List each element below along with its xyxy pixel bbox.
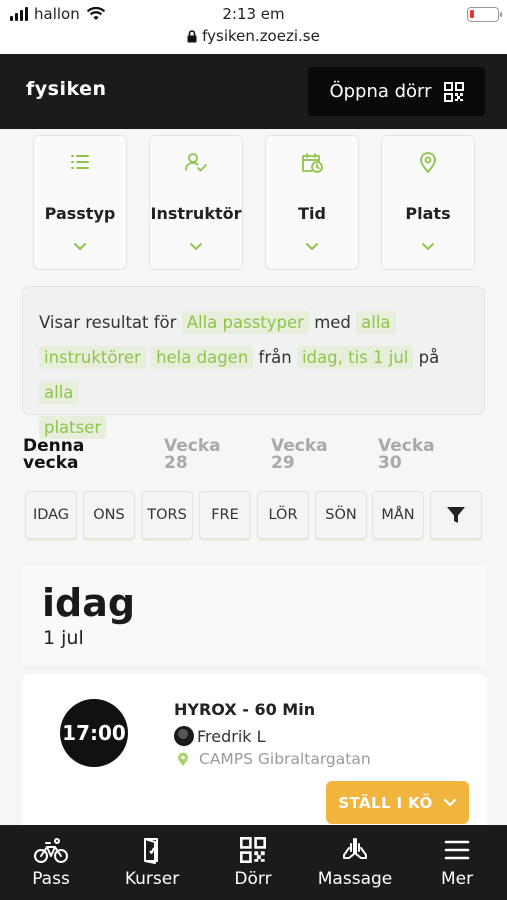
open-door-label: Öppna dörr	[329, 81, 432, 102]
queue-button[interactable]: STÄLL I KÖ	[326, 781, 469, 824]
menu-icon	[444, 840, 470, 860]
summary-instructor[interactable]: instruktörer	[39, 346, 146, 369]
day-button-man[interactable]: MÅN	[372, 491, 424, 539]
url-text: fysiken.zoezi.se	[202, 27, 320, 45]
summary-date[interactable]: idag, tis 1 jul	[296, 346, 414, 369]
open-door-button[interactable]: Öppna dörr	[308, 67, 485, 116]
class-time: 17:00	[60, 699, 128, 767]
summary-text: Visar resultat för	[39, 313, 177, 332]
clock: 2:13 em	[222, 5, 285, 23]
class-location: CAMPS Gibraltargatan	[177, 750, 371, 768]
nav-label: Dörr	[234, 869, 272, 889]
address-bar[interactable]: fysiken.zoezi.se	[0, 27, 507, 45]
user-check-icon	[185, 153, 207, 172]
day-button-son[interactable]: SÖN	[315, 491, 367, 539]
class-title: HYROX - 60 Min	[174, 700, 316, 719]
nav-item-dorr[interactable]: Dörr	[222, 825, 284, 900]
instructor-avatar	[174, 726, 194, 746]
summary-text: med	[314, 313, 351, 332]
class-card[interactable]: 17:00 HYROX - 60 Min Fredrik L CAMPS Gib…	[22, 674, 487, 834]
chevron-down-icon	[74, 243, 86, 251]
filter-passtyp[interactable]: Passtyp	[33, 135, 127, 270]
chevron-down-icon	[443, 798, 456, 807]
tab-this-week[interactable]: Denna vecka	[23, 438, 84, 472]
tab-week-29[interactable]: Vecka 29	[271, 438, 328, 472]
door-icon	[144, 838, 158, 864]
qr-code-icon	[443, 81, 464, 102]
filter-label: Plats	[405, 204, 451, 223]
summary-location[interactable]: alla	[39, 381, 79, 404]
date-header: idag 1 jul	[22, 565, 487, 665]
summary-text: från	[258, 348, 292, 367]
battery-icon	[467, 7, 502, 22]
nav-label: Mer	[440, 869, 474, 889]
nav-label: Pass	[32, 869, 70, 889]
bicycle-icon	[34, 838, 68, 863]
week-tabs: Denna vecka Vecka 28 Vecka 29 Vecka 30	[0, 438, 507, 478]
list-icon	[71, 155, 89, 169]
day-selector: IDAG ONS TORS FRE LÖR SÖN MÅN	[0, 491, 507, 541]
filter-summary: Visar resultat för Alla passtyper med al…	[22, 286, 485, 439]
summary-instructor[interactable]: alla	[356, 311, 396, 334]
location-pin-icon	[420, 152, 436, 174]
location-pin-icon	[178, 752, 188, 766]
app-header: fysiken Öppna dörr	[0, 54, 507, 129]
chevron-down-icon	[422, 243, 434, 251]
day-title: idag	[42, 581, 136, 625]
day-button-ons[interactable]: ONS	[83, 491, 135, 539]
nav-item-kurser[interactable]: Kurser	[121, 825, 183, 900]
summary-passtyp[interactable]: Alla passtyper	[181, 311, 309, 334]
chevron-down-icon	[306, 243, 318, 251]
fysiken-logo[interactable]: fysiken	[26, 78, 107, 100]
calendar-clock-icon	[302, 153, 323, 173]
tab-label: 30	[378, 453, 402, 473]
filter-label: Instruktör	[150, 204, 242, 223]
tab-week-30[interactable]: Vecka 30	[378, 438, 435, 472]
summary-text: på	[418, 348, 440, 367]
day-date: 1 jul	[43, 627, 84, 649]
praying-hands-icon	[343, 838, 367, 859]
instructor-name: Fredrik L	[197, 726, 266, 746]
nav-label: Massage	[317, 869, 393, 889]
tab-label: vecka	[23, 453, 79, 473]
nav-item-mer[interactable]: Mer	[426, 825, 488, 900]
day-button-idag[interactable]: IDAG	[25, 491, 77, 539]
tab-week-28[interactable]: Vecka 28	[164, 438, 221, 472]
class-instructor: Fredrik L	[174, 726, 266, 746]
lock-icon	[187, 29, 197, 42]
funnel-icon	[447, 507, 465, 523]
nav-item-massage[interactable]: Massage	[313, 825, 397, 900]
filter-instruktor[interactable]: Instruktör	[149, 135, 243, 270]
filter-label: Passtyp	[44, 204, 116, 223]
bottom-navigation: Pass Kurser Dörr Massage Mer	[0, 825, 507, 900]
filter-tid[interactable]: Tid	[265, 135, 359, 270]
nav-label: Kurser	[124, 869, 180, 889]
tab-label: 29	[271, 453, 295, 473]
day-button-lor[interactable]: LÖR	[257, 491, 309, 539]
day-button-tors[interactable]: TORS	[141, 491, 193, 539]
day-button-fre[interactable]: FRE	[199, 491, 251, 539]
queue-label: STÄLL I KÖ	[338, 793, 433, 812]
filter-cards: Passtyp Instruktör Tid Plats	[0, 134, 507, 274]
filter-label: Tid	[298, 204, 326, 223]
status-bar: hallon 2:13 em fysiken.zoezi.se	[0, 0, 507, 54]
summary-time[interactable]: hela dagen	[151, 346, 254, 369]
filter-plats[interactable]: Plats	[381, 135, 475, 270]
qr-code-icon	[240, 837, 266, 863]
nav-item-pass[interactable]: Pass	[20, 825, 82, 900]
location-name: CAMPS Gibraltargatan	[199, 750, 371, 768]
chevron-down-icon	[190, 243, 202, 251]
tab-label: 28	[164, 453, 188, 473]
filter-button[interactable]	[430, 491, 482, 539]
